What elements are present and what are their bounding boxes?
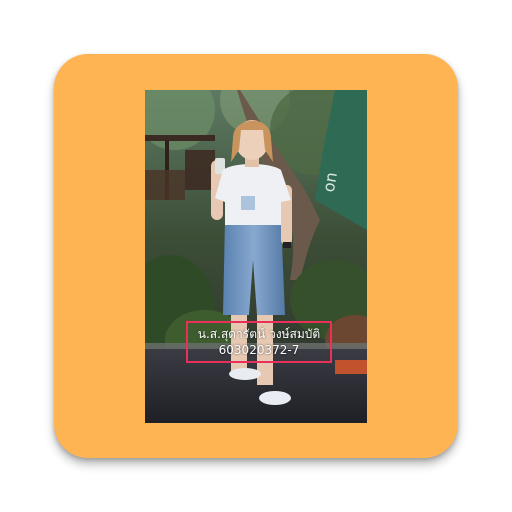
canvas: on น.ส.สุดารัตน์ วงษ์สมบัติ 603020372-7 [0,0,512,512]
caption-id-number: 603020372-7 [218,342,300,357]
svg-text:on: on [319,171,341,194]
portrait-photo: on [145,90,367,423]
caption-box: น.ส.สุดารัตน์ วงษ์สมบัติ 603020372-7 [186,321,332,363]
caption-name: น.ส.สุดารัตน์ วงษ์สมบัติ [197,326,321,341]
